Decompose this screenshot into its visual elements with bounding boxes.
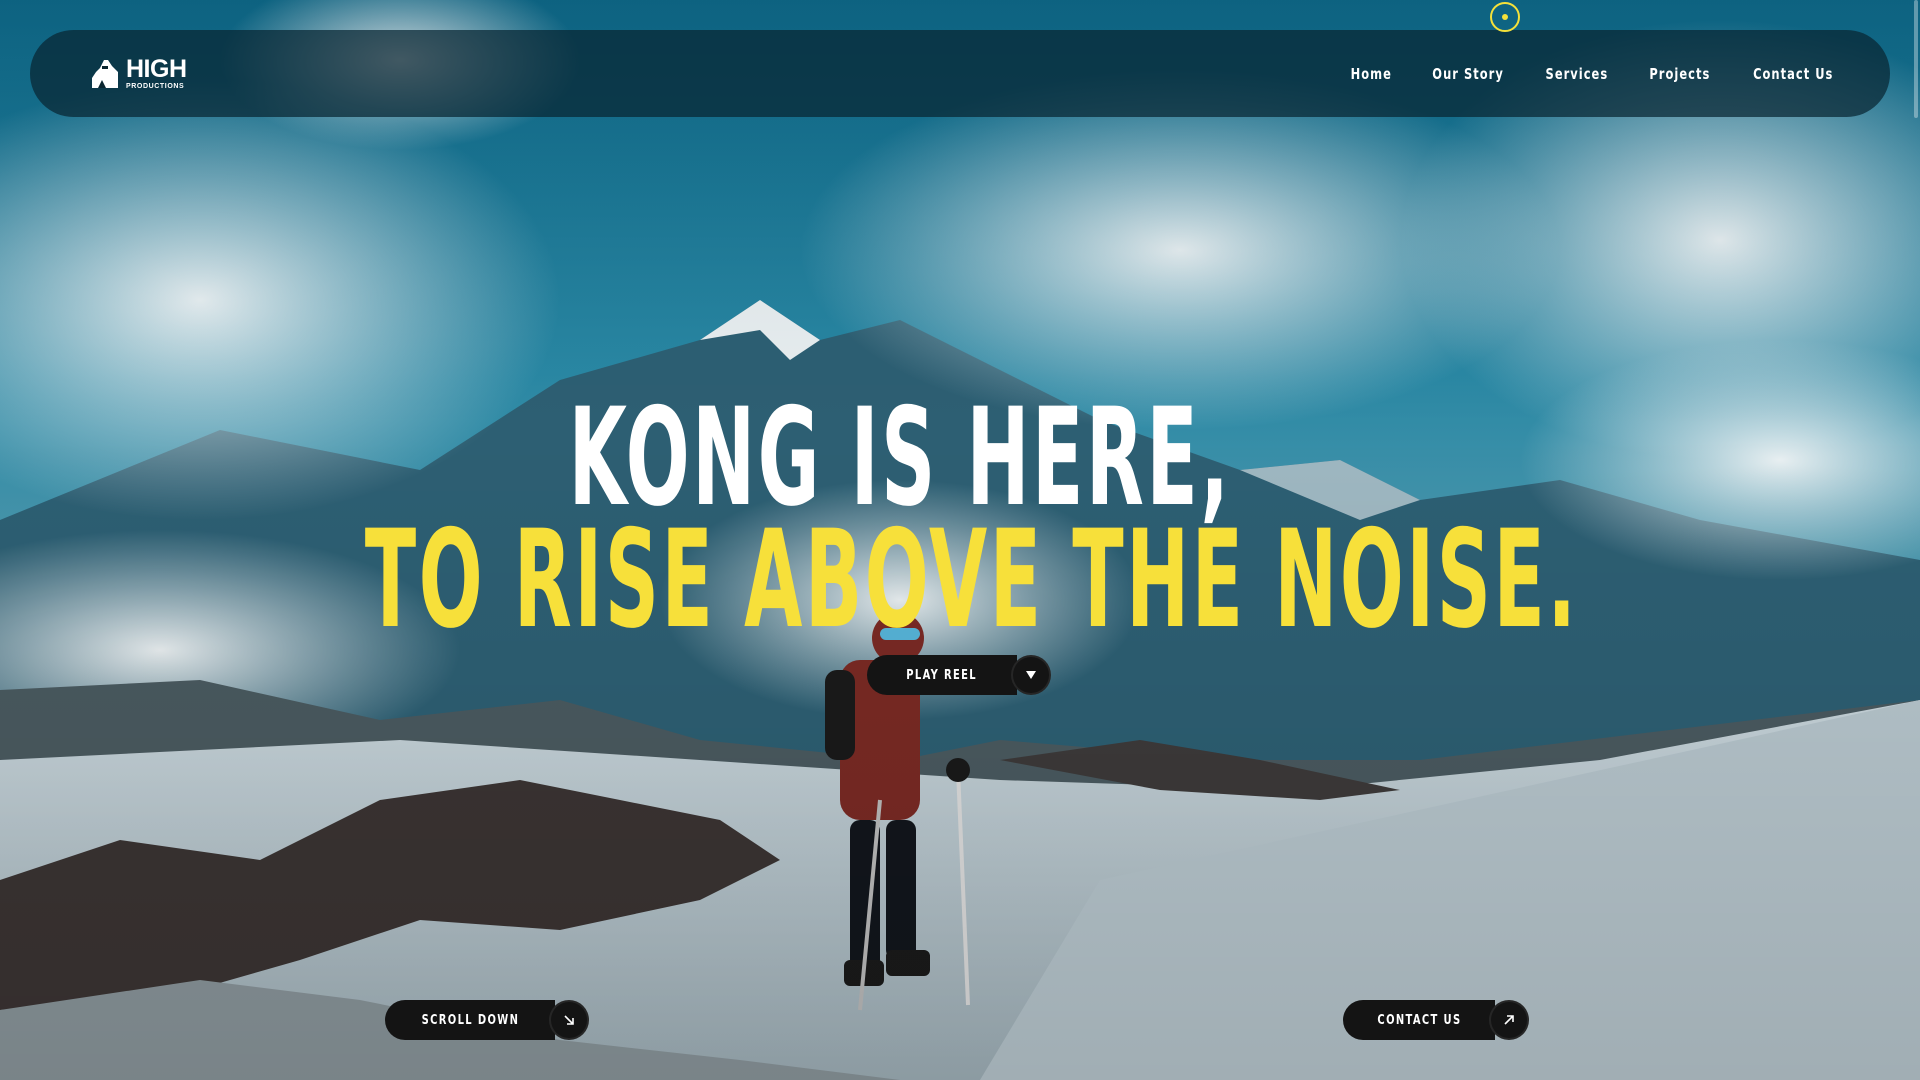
nav-our-story[interactable]: Our Story xyxy=(1432,65,1504,83)
play-reel-label: PLAY REEL xyxy=(906,667,978,683)
arrow-down-right-icon xyxy=(549,1000,589,1040)
brand-text: HIGH PRODUCTIONS xyxy=(126,55,187,91)
nav-contact-us[interactable]: Contact Us xyxy=(1753,65,1833,83)
brand-name: HIGH xyxy=(126,55,187,83)
play-reel-body: PLAY REEL xyxy=(867,655,1017,695)
triangle-down-icon xyxy=(1011,655,1051,695)
brand-logo[interactable]: HIGH PRODUCTIONS xyxy=(90,57,187,90)
top-navbar: HIGH PRODUCTIONS Home Our Story Services… xyxy=(30,30,1890,117)
contact-us-body: CONTACT US xyxy=(1343,1000,1495,1040)
scroll-down-body: SCROLL DOWN xyxy=(385,1000,555,1040)
contact-us-label: CONTACT US xyxy=(1376,1012,1462,1028)
scroll-down-label: SCROLL DOWN xyxy=(421,1012,519,1028)
nav-projects[interactable]: Projects xyxy=(1649,65,1710,83)
hero-line-2: TO RISE ABOVE THE NOISE. xyxy=(364,501,1579,658)
arrow-up-right-icon xyxy=(1489,1000,1529,1040)
contact-us-button[interactable]: CONTACT US xyxy=(1343,1000,1529,1040)
cursor-dot xyxy=(1502,14,1508,20)
nav-home[interactable]: Home xyxy=(1351,65,1392,83)
gorilla-logo-icon xyxy=(92,59,118,88)
nav-links: Home Our Story Services Projects Contact… xyxy=(1347,65,1840,83)
custom-cursor-icon xyxy=(1490,2,1520,32)
scroll-down-button[interactable]: SCROLL DOWN xyxy=(385,1000,589,1040)
hero-headline: KONG IS HERE, TO RISE ABOVE THE NOISE. xyxy=(0,390,1920,647)
play-reel-button[interactable]: PLAY REEL xyxy=(867,655,1051,695)
brand-subtitle: PRODUCTIONS xyxy=(126,83,185,90)
nav-services[interactable]: Services xyxy=(1546,65,1609,83)
page-scrollbar[interactable] xyxy=(1914,0,1918,118)
